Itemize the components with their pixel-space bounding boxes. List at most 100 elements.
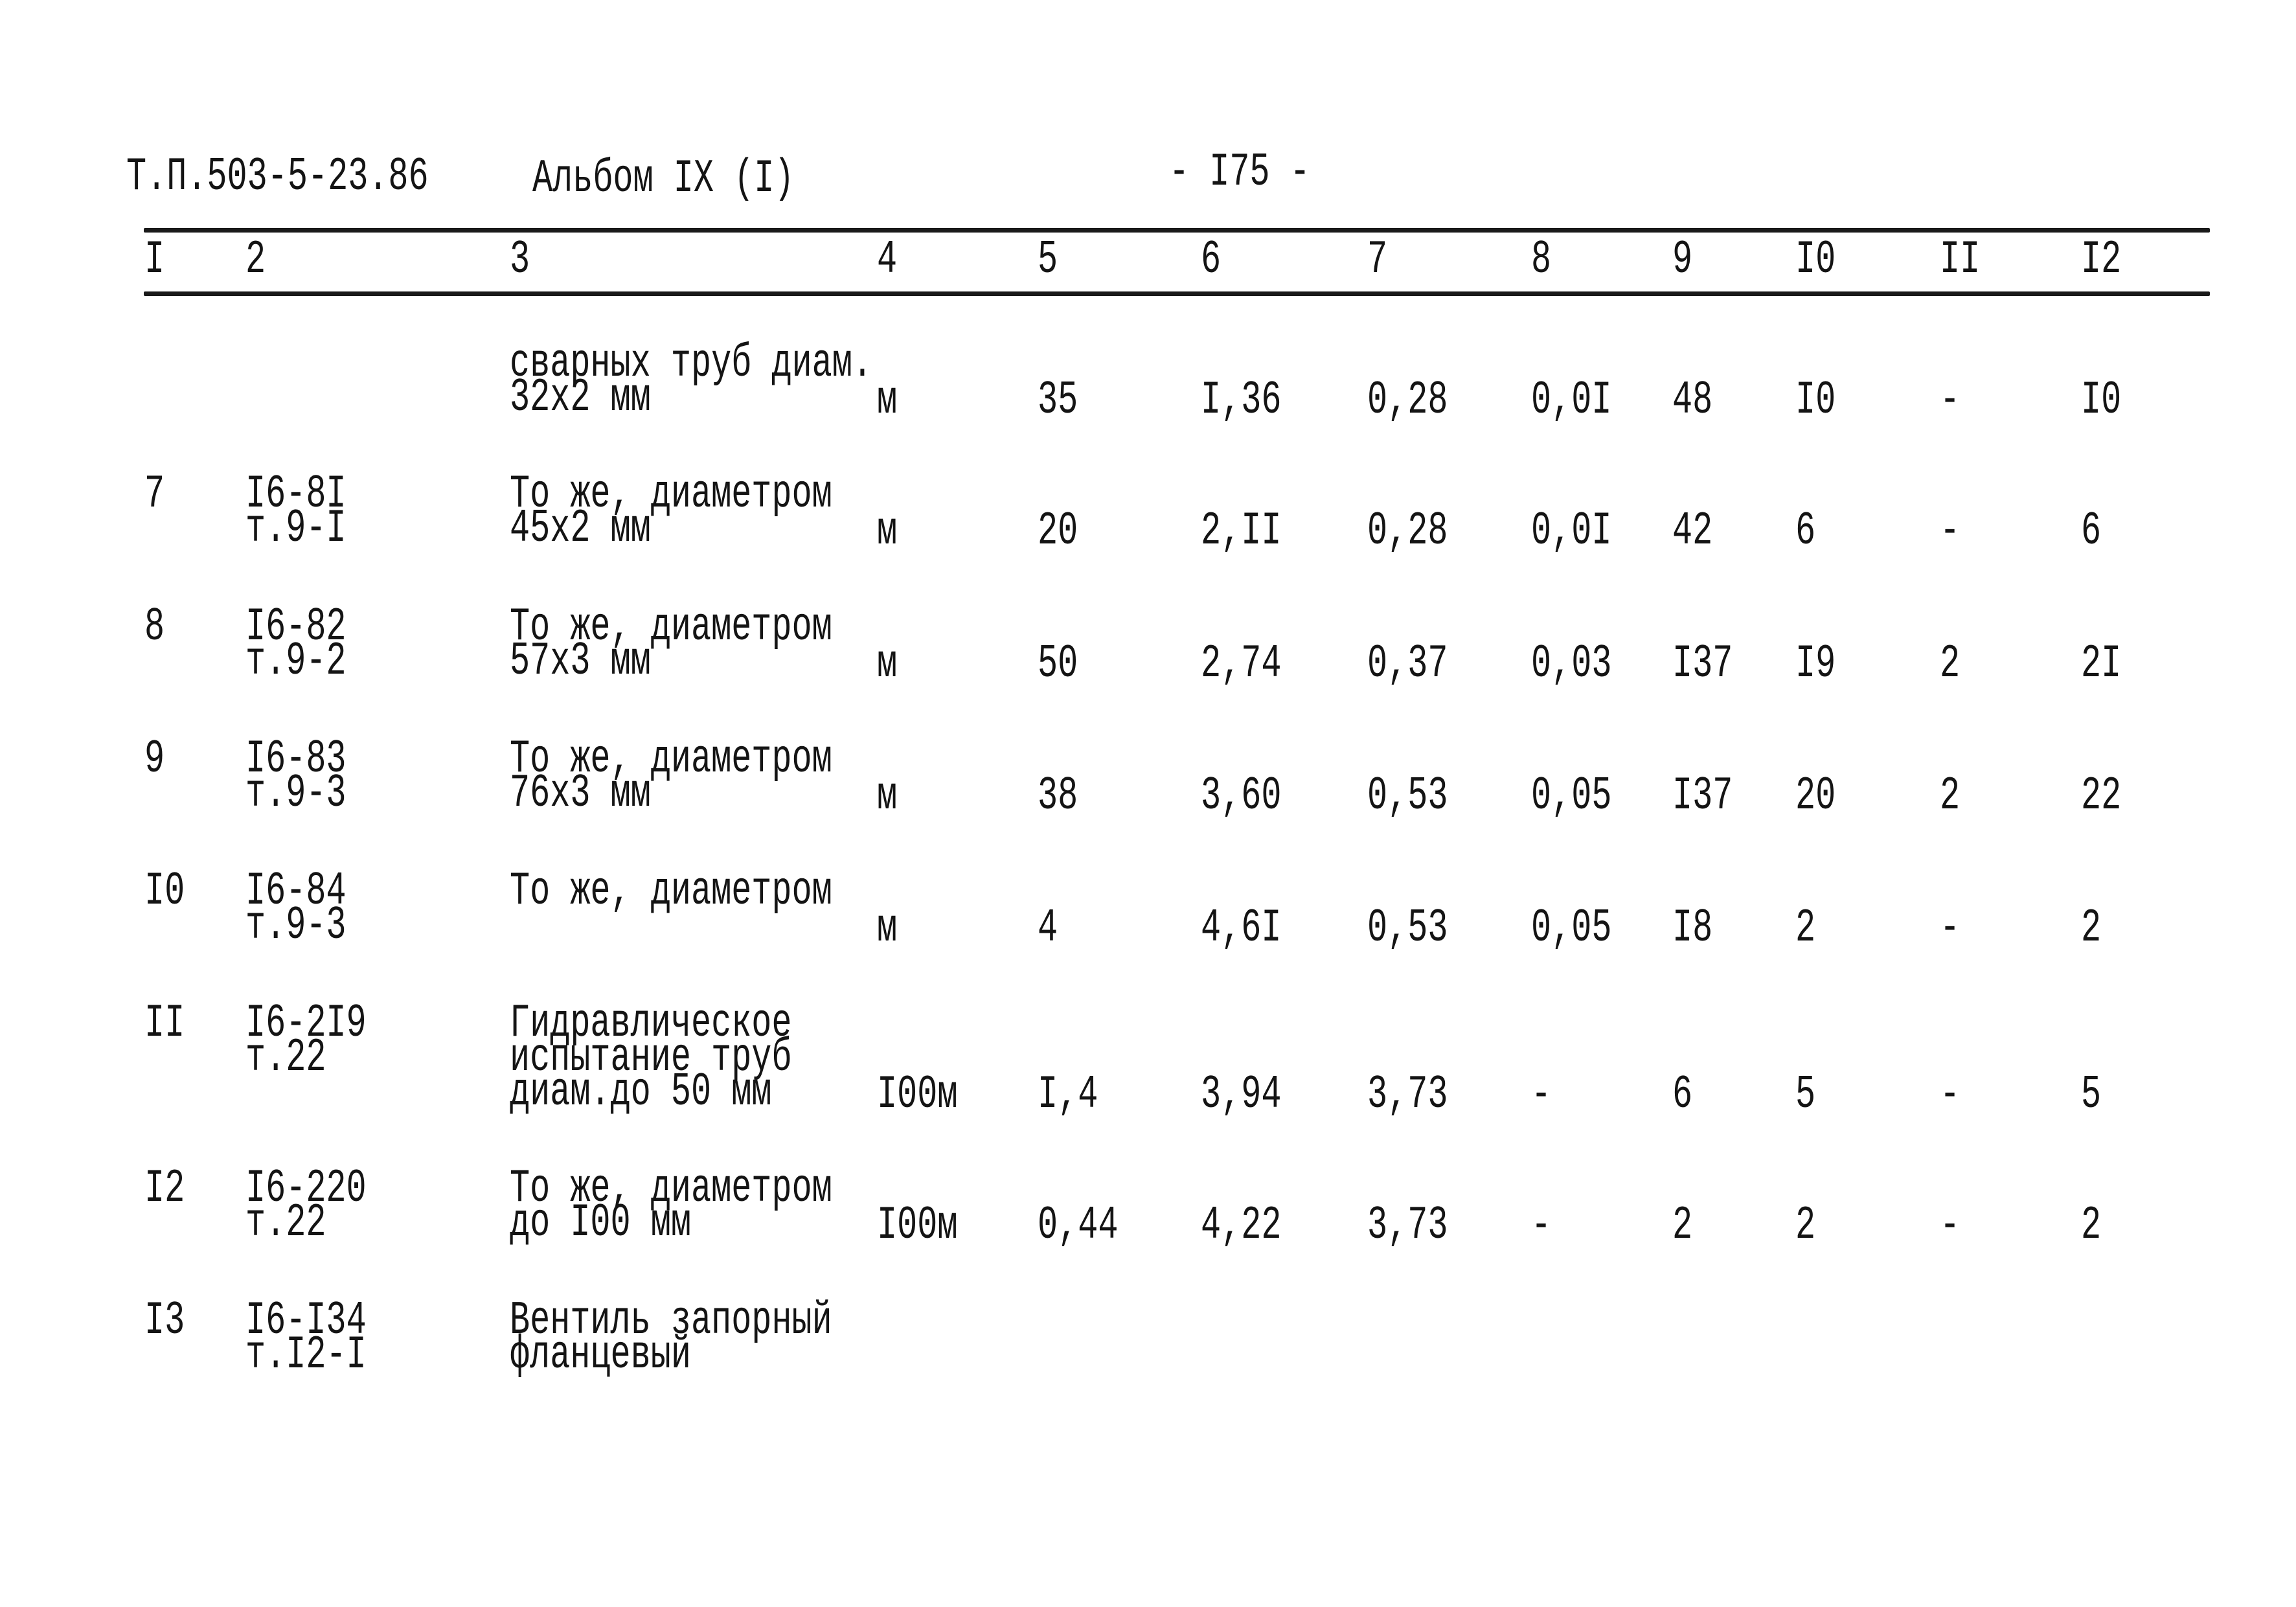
cell-col-7: 0,28 [1367, 374, 1448, 427]
norm-code: т.9-2 [245, 635, 347, 688]
cell-col-7: 0,53 [1367, 902, 1448, 955]
cell-col-9: I8 [1672, 902, 1713, 955]
cell-col-6: 4,6I [1201, 902, 1282, 955]
work-description: То же, диаметром [510, 865, 832, 918]
column-header-3: 3 [510, 233, 530, 286]
cell-col-11: 2 [1940, 769, 1961, 823]
cell-col-12: 22 [2081, 769, 2122, 823]
cell-col-11: - [1940, 902, 1961, 955]
cell-col-10: 6 [1795, 505, 1816, 558]
cell-col-8: 0,0I [1531, 505, 1612, 558]
cell-col-12: 5 [2081, 1068, 2102, 1121]
work-description: 32х2 мм [510, 371, 651, 424]
cell-col-6: 3,60 [1201, 769, 1282, 823]
cell-col-10: I9 [1795, 637, 1836, 690]
norm-code: т.22 [245, 1031, 326, 1084]
cell-col-9: 2 [1672, 1199, 1693, 1252]
cell-col-6: 2,74 [1201, 637, 1282, 690]
cell-col-8: 0,03 [1531, 637, 1612, 690]
cell-col-11: 2 [1940, 637, 1961, 690]
document-code: Т.П.503-5-23.86 [126, 150, 429, 203]
unit-of-measure: I00м [877, 1199, 958, 1252]
table-top-rule [144, 228, 2210, 233]
cell-col-12: I0 [2081, 374, 2122, 427]
column-header-5: 5 [1038, 233, 1058, 286]
column-header-8: 8 [1531, 233, 1552, 286]
cell-col-12: 6 [2081, 505, 2102, 558]
row-number: 7 [144, 468, 165, 521]
cell-col-7: 0,28 [1367, 505, 1448, 558]
norm-code: т.9-3 [245, 899, 347, 952]
row-number: I3 [144, 1294, 185, 1347]
row-number: II [144, 997, 185, 1050]
cell-col-7: 0,37 [1367, 637, 1448, 690]
cell-col-8: 0,05 [1531, 902, 1612, 955]
cell-col-9: I37 [1672, 637, 1733, 690]
column-header-2: 2 [245, 233, 266, 286]
work-description: диам.до 50 мм [510, 1066, 772, 1119]
work-description: 57х3 мм [510, 635, 651, 688]
cell-col-6: 3,94 [1201, 1068, 1282, 1121]
column-header-9: 9 [1672, 233, 1693, 286]
cell-col-9: 48 [1672, 374, 1713, 427]
work-description: 76х3 мм [510, 767, 651, 820]
norm-code: т.22 [245, 1196, 326, 1249]
unit-of-measure: м [877, 637, 898, 690]
table-header-rule [144, 291, 2210, 296]
column-header-4: 4 [877, 233, 898, 286]
column-header-12: I2 [2081, 233, 2122, 286]
cell-col-10: I0 [1795, 374, 1836, 427]
unit-of-measure: м [877, 769, 898, 823]
cell-col-9: 6 [1672, 1068, 1693, 1121]
cell-col-7: 0,53 [1367, 769, 1448, 823]
cell-col-11: - [1940, 1199, 1961, 1252]
unit-of-measure: I00м [877, 1068, 958, 1121]
cell-col-5: 35 [1038, 374, 1078, 427]
norm-code: т.I2-I [245, 1328, 367, 1382]
column-header-7: 7 [1367, 233, 1388, 286]
cell-col-9: 42 [1672, 505, 1713, 558]
cell-col-12: 2I [2081, 637, 2122, 690]
cell-col-8: 0,0I [1531, 374, 1612, 427]
page-number: - I75 - [1169, 146, 1310, 199]
cell-col-10: 2 [1795, 902, 1816, 955]
column-header-1: I [144, 233, 165, 286]
cell-col-8: - [1531, 1199, 1552, 1252]
work-description: до I00 мм [510, 1196, 691, 1249]
work-description: фланцевый [510, 1328, 691, 1382]
work-description: 45х2 мм [510, 502, 651, 555]
cell-col-12: 2 [2081, 902, 2102, 955]
row-number: I0 [144, 865, 185, 918]
cell-col-5: 38 [1038, 769, 1078, 823]
cell-col-5: 0,44 [1038, 1199, 1119, 1252]
row-number: 9 [144, 733, 165, 786]
album-title: Альбом IX (I) [532, 152, 795, 205]
cell-col-10: 20 [1795, 769, 1836, 823]
unit-of-measure: м [877, 902, 898, 955]
cell-col-5: 20 [1038, 505, 1078, 558]
cell-col-9: I37 [1672, 769, 1733, 823]
cell-col-5: I,4 [1038, 1068, 1098, 1121]
cell-col-5: 4 [1038, 902, 1058, 955]
unit-of-measure: м [877, 374, 898, 427]
cell-col-6: I,36 [1201, 374, 1282, 427]
cell-col-5: 50 [1038, 637, 1078, 690]
row-number: I2 [144, 1162, 185, 1215]
cell-col-7: 3,73 [1367, 1199, 1448, 1252]
cell-col-11: - [1940, 374, 1961, 427]
cell-col-8: 0,05 [1531, 769, 1612, 823]
column-header-11: II [1940, 233, 1981, 286]
cell-col-6: 2,II [1201, 505, 1282, 558]
cell-col-8: - [1531, 1068, 1552, 1121]
unit-of-measure: м [877, 505, 898, 558]
row-number: 8 [144, 600, 165, 654]
cell-col-6: 4,22 [1201, 1199, 1282, 1252]
cell-col-7: 3,73 [1367, 1068, 1448, 1121]
norm-code: т.9-I [245, 502, 347, 555]
cell-col-11: - [1940, 505, 1961, 558]
cell-col-11: - [1940, 1068, 1961, 1121]
norm-code: т.9-3 [245, 767, 347, 820]
column-header-6: 6 [1201, 233, 1222, 286]
cell-col-10: 5 [1795, 1068, 1816, 1121]
cell-col-10: 2 [1795, 1199, 1816, 1252]
